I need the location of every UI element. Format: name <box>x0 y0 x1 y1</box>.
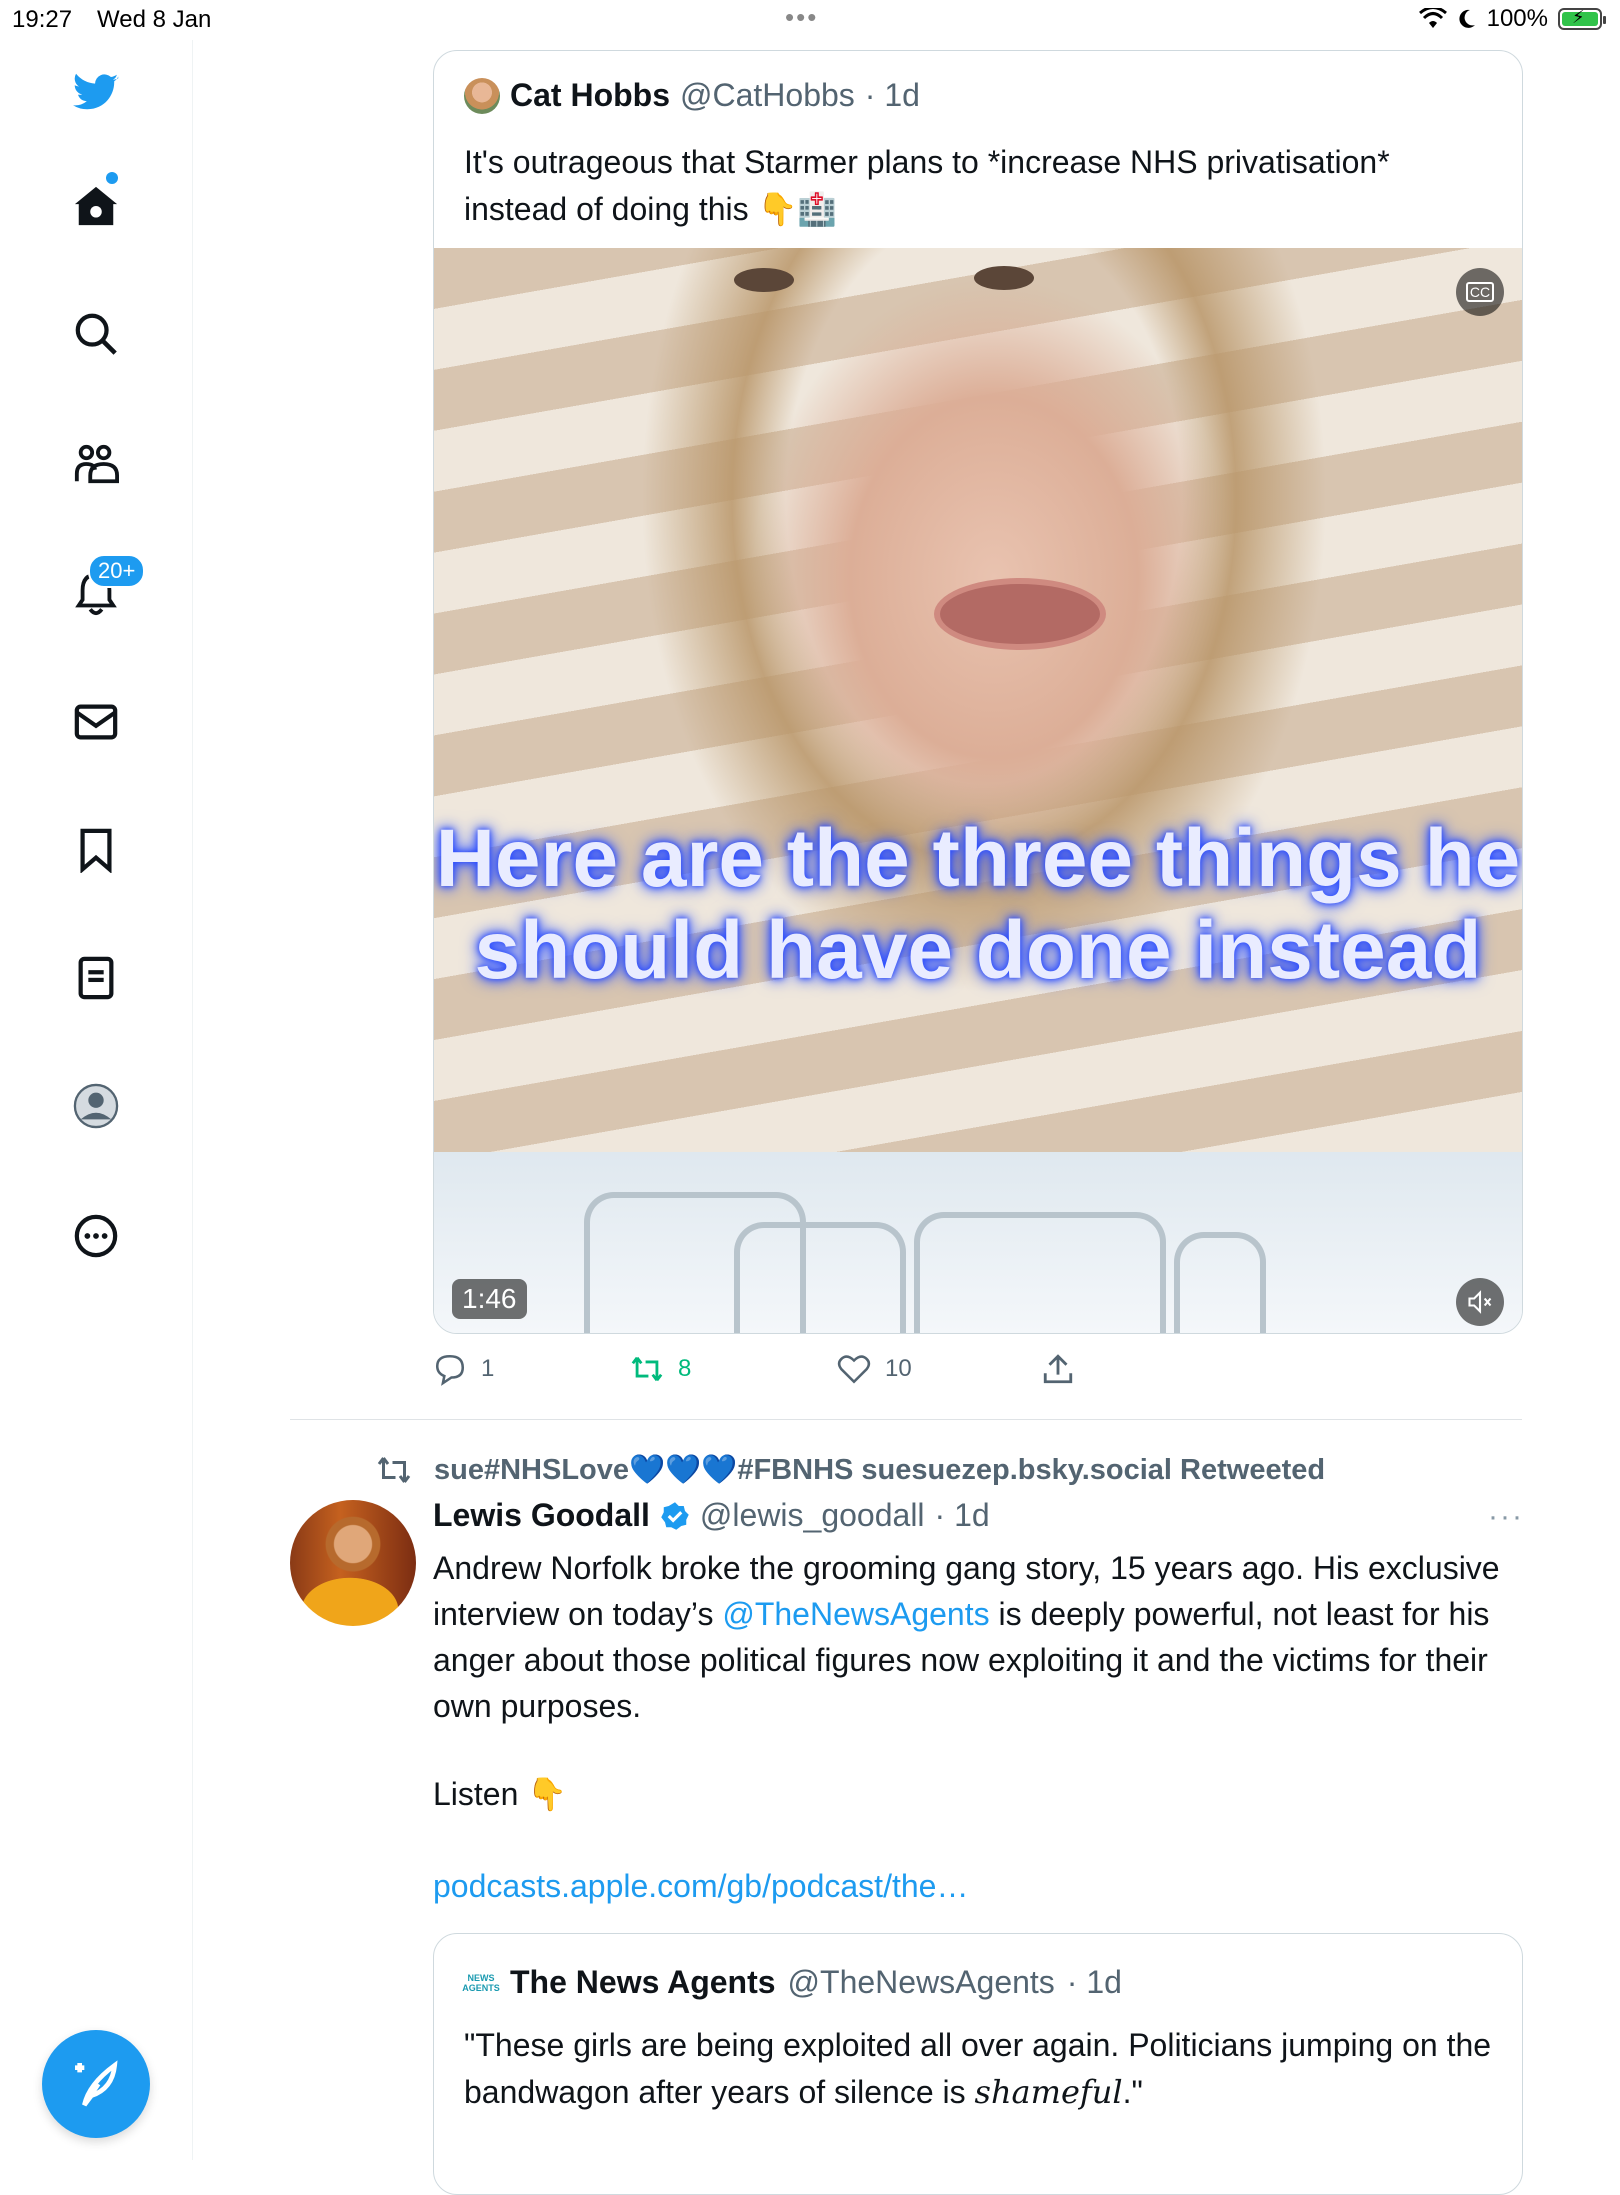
video-duration: 1:46 <box>452 1279 527 1319</box>
quoted-tweet-card[interactable]: NEWS AGENTS The News Agents @TheNewsAgen… <box>433 1933 1523 2195</box>
more-circle-icon[interactable] <box>70 1210 122 1262</box>
tweet-time: · 1d <box>1066 1964 1122 2000</box>
compose-feather-icon <box>75 2060 118 2107</box>
share-icon <box>1043 1354 1073 1384</box>
author-handle: @CatHobbs <box>680 77 855 113</box>
reply-icon <box>435 1354 465 1386</box>
divider <box>290 1419 1522 1420</box>
speaker-muted-icon <box>1468 1290 1492 1314</box>
share-button[interactable] <box>1041 1352 1075 1386</box>
status-right: 100% ⚡ <box>1418 5 1606 33</box>
communities-icon[interactable] <box>70 438 122 490</box>
retweet-button[interactable]: 8 <box>630 1352 691 1386</box>
like-button[interactable]: 10 <box>837 1352 912 1386</box>
battery-icon: ⚡ <box>1558 7 1606 30</box>
battery-percent: 100% <box>1486 5 1548 32</box>
retweeted-by-line[interactable]: sue#NHSLove💙💙💙#FBNHS suesuezep.bsky.soci… <box>376 1452 1325 1488</box>
avatar[interactable] <box>290 1500 416 1626</box>
avatar <box>464 77 500 114</box>
messages-mail-icon[interactable] <box>70 696 122 748</box>
bookmark-icon[interactable] <box>70 824 122 876</box>
tweet-text: It's outrageous that Starmer plans to *i… <box>464 144 1390 227</box>
quoted-tweet-header: Cat Hobbs @CatHobbs · 1d <box>464 77 920 114</box>
quoted-tweet-card[interactable]: Cat Hobbs @CatHobbs · 1d It's outrageous… <box>433 50 1523 1334</box>
tweet-header: Lewis Goodall @lewis_goodall · 1d <box>433 1497 990 1534</box>
search-icon[interactable] <box>70 308 122 360</box>
tweet-text: Andrew Norfolk broke the grooming gang s… <box>433 1550 1500 1724</box>
video-caption: Here are the three things he should have… <box>435 813 1521 996</box>
compose-tweet-button[interactable] <box>42 2030 150 2138</box>
quoted-tweet-text: "These girls are being exploited all ove… <box>464 2027 1492 2111</box>
like-count: 10 <box>885 1355 912 1382</box>
author-name: Cat Hobbs <box>510 77 670 113</box>
video-frame <box>434 248 1522 1152</box>
news-agents-logo: NEWS AGENTS <box>462 1972 500 1993</box>
closed-captions-icon: CC <box>1465 282 1495 302</box>
moon-icon <box>1459 9 1475 28</box>
retweeted-by-text: sue#NHSLove💙💙💙#FBNHS suesuezep.bsky.soci… <box>434 1454 1326 1486</box>
mention-link[interactable]: @TheNewsAgents <box>722 1596 989 1632</box>
mute-button[interactable] <box>1456 1278 1504 1326</box>
heart-icon <box>837 1355 871 1384</box>
twitter-bird-icon[interactable] <box>70 66 122 118</box>
reply-count: 1 <box>481 1355 495 1382</box>
more-options-icon[interactable]: ··· <box>1488 1500 1524 1534</box>
lists-icon[interactable] <box>70 952 122 1004</box>
profile-icon[interactable] <box>70 1080 122 1132</box>
video-player[interactable]: Here are the three things he should have… <box>434 248 1522 1333</box>
retweet-icon <box>377 1457 411 1483</box>
tweet-time: · 1d <box>864 77 920 113</box>
wifi-icon <box>1418 8 1447 28</box>
video-frame-bottom <box>434 1152 1522 1333</box>
notification-badge: 20+ <box>88 554 146 588</box>
author-name: The News Agents <box>510 1964 776 2000</box>
author-handle: @TheNewsAgents <box>787 1964 1055 2000</box>
verified-badge-icon <box>661 1501 689 1530</box>
author-handle: @lewis_goodall <box>699 1497 925 1533</box>
retweet-icon <box>631 1356 663 1382</box>
quoted-tweet-header: NEWS AGENTS The News Agents @TheNewsAgen… <box>462 1964 1122 2001</box>
closed-captions-button[interactable]: CC <box>1456 268 1504 316</box>
author-name[interactable]: Lewis Goodall <box>433 1497 650 1534</box>
podcast-link[interactable]: podcasts.apple.com/gb/podcast/the… <box>433 1868 968 1905</box>
tweet-actions: 1 8 10 <box>433 1352 1083 1392</box>
status-date: Wed 8 Jan <box>97 6 212 33</box>
retweet-count: 8 <box>678 1355 692 1382</box>
home-icon[interactable] <box>70 180 122 232</box>
reply-button[interactable]: 1 <box>433 1352 494 1386</box>
home-unread-dot <box>106 172 118 184</box>
tweet-text-listen: Listen 👇 <box>433 1776 568 1812</box>
multitasking-dots[interactable]: ••• <box>785 2 818 33</box>
status-bar: 19:27 Wed 8 Jan ••• 100% ⚡ <box>0 0 1620 40</box>
tweet-time: · 1d <box>934 1497 990 1533</box>
status-time: 19:27 <box>12 6 73 33</box>
sidebar-nav: 20+ <box>0 40 193 2160</box>
